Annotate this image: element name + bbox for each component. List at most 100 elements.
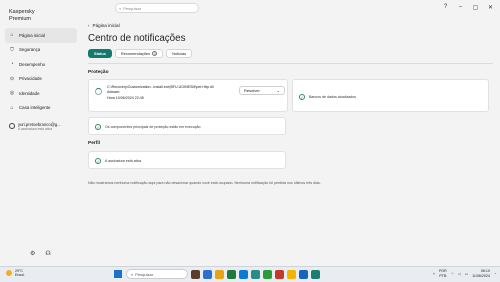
- xbox-icon[interactable]: [227, 269, 236, 279]
- resolve-label: Resolver: [244, 88, 260, 93]
- sidebar-item-label: Privacidade: [19, 76, 42, 82]
- wifi-icon[interactable]: ◠: [451, 272, 454, 276]
- chrome-icon[interactable]: [287, 269, 296, 279]
- check-icon: ✓: [95, 158, 101, 164]
- avatar: [9, 123, 15, 129]
- threat-time: Hora 10/06/2024 22:45: [107, 95, 144, 100]
- volume-icon[interactable]: ◁: [458, 272, 461, 276]
- tray-chevron-icon[interactable]: ˄: [433, 272, 435, 276]
- threat-card: C:\Recovery\Customization...install.exe|…: [88, 79, 288, 112]
- resolve-button[interactable]: Resolver ⌄: [239, 86, 285, 95]
- lang-top: POR: [438, 269, 447, 273]
- database-status: Bancos de dados atualizados: [309, 95, 356, 99]
- file-explorer-icon[interactable]: [203, 269, 212, 279]
- page-title: Centro de notificações: [88, 33, 186, 44]
- tab-label: Recomendações: [120, 51, 151, 56]
- components-card: ✓ Os componentes principais de proteção …: [88, 117, 286, 135]
- divider: [88, 63, 493, 64]
- tab-news[interactable]: Notícias: [166, 49, 193, 58]
- search-icon: ⌕: [119, 5, 122, 11]
- sidebar-item-performance[interactable]: ◔ Desempenho: [5, 57, 77, 72]
- sidebar-item-label: Segurança: [19, 47, 41, 53]
- taskbar: 29°C Ensol. ⌕ Pesquisar ˄ POR PTB ◠ ◁ ▭ …: [0, 266, 500, 282]
- sidebar-item-home[interactable]: ⌂ Página inicial: [5, 28, 77, 43]
- search-placeholder: Pesquisar: [123, 5, 142, 11]
- notification-bell-icon[interactable]: ◔: [494, 272, 496, 276]
- sidebar-item-security[interactable]: ⛉ Segurança: [5, 43, 77, 58]
- sidebar-item-label: Identidade: [19, 90, 40, 96]
- clock[interactable]: 06:10 11/06/2024: [472, 269, 490, 278]
- close-button[interactable]: ✕: [483, 2, 498, 12]
- footer-note: Não mostramos nenhuma notificação aqui p…: [88, 181, 321, 185]
- system-tray: ˄ POR PTB ◠ ◁ ▭ 06:10 11/06/2024 ◔: [433, 269, 496, 278]
- taskbar-search-placeholder: Pesquisar: [135, 271, 154, 277]
- sidebar-item-privacy[interactable]: ⊙ Privacidade: [5, 72, 77, 87]
- minimize-button[interactable]: –: [453, 2, 468, 12]
- sidebar: Kaspersky Premium ⌂ Página inicial ⛉ Seg…: [0, 0, 80, 266]
- sidebar-item-label: Casa inteligente: [19, 105, 51, 111]
- database-card: ✓ Bancos de dados atualizados: [292, 79, 489, 112]
- breadcrumb[interactable]: ‹ Página inicial: [88, 22, 493, 29]
- tab-label: Notícias: [172, 51, 187, 56]
- settings-icon[interactable]: ⚙: [30, 250, 35, 257]
- count-badge: 0: [152, 51, 158, 56]
- chevron-down-icon: ⌄: [276, 88, 280, 93]
- sidebar-item-smart-home[interactable]: ⌂ Casa inteligente: [5, 101, 77, 116]
- sidebar-item-identity[interactable]: ◎ Identidade: [5, 86, 77, 101]
- sidebar-bottom: ⚙ ☊: [30, 250, 51, 257]
- brand-line2: Premium: [9, 15, 32, 22]
- search-icon: ⌕: [131, 271, 134, 277]
- speed-icon: ◔: [10, 61, 14, 68]
- weather-widget[interactable]: 29°C Ensol.: [6, 269, 25, 277]
- check-icon: ✓: [299, 94, 305, 100]
- scanning-icon: [95, 88, 102, 95]
- sidebar-nav: ⌂ Página inicial ⛉ Segurança ◔ Desempenh…: [5, 28, 77, 115]
- profile-status: A assinatura está ativa: [18, 127, 53, 131]
- taskbar-apps: ⌕ Pesquisar: [113, 269, 320, 279]
- window-controls: ? – ▢ ✕: [438, 2, 498, 12]
- brand-line1: Kaspersky: [9, 9, 35, 15]
- edge-icon[interactable]: [239, 269, 248, 279]
- threat-details: C:\Recovery\Customization...install.exe|…: [107, 85, 235, 101]
- store-icon[interactable]: [251, 269, 260, 279]
- maximize-button[interactable]: ▢: [468, 2, 483, 12]
- excel-icon[interactable]: [263, 269, 272, 279]
- breadcrumb-label: Página inicial: [92, 23, 120, 28]
- kaspersky-icon[interactable]: [311, 269, 320, 279]
- app-brand: Kaspersky Premium: [9, 9, 35, 22]
- tab-status[interactable]: Status: [88, 49, 112, 58]
- section-title-profile: Perfil: [88, 141, 100, 146]
- id-icon: ◎: [9, 90, 15, 97]
- language-indicator[interactable]: POR PTB: [439, 269, 447, 278]
- lang-bottom: PTB: [439, 273, 447, 278]
- help-button[interactable]: ?: [438, 2, 453, 12]
- clock-date: 11/06/2024: [472, 273, 490, 278]
- tab-recommendations[interactable]: Recomendações 0: [114, 49, 164, 58]
- subscription-status: A assinatura está ativa: [105, 159, 142, 163]
- tabs: Status Recomendações 0 Notícias: [88, 49, 493, 58]
- app-red-icon[interactable]: [275, 269, 284, 279]
- check-icon: ✓: [95, 124, 101, 130]
- support-icon[interactable]: ☊: [45, 250, 50, 257]
- sidebar-item-label: Desempenho: [19, 61, 46, 67]
- components-status: Os componentes principais de proteção es…: [105, 125, 201, 129]
- battery-icon[interactable]: ▭: [465, 272, 468, 276]
- word-icon[interactable]: [299, 269, 308, 279]
- house-icon: ⌂: [10, 104, 14, 111]
- taskbar-search[interactable]: ⌕ Pesquisar: [126, 269, 188, 279]
- taskview-icon[interactable]: [191, 269, 200, 279]
- sun-icon: [6, 270, 12, 276]
- home-icon: ⌂: [10, 32, 14, 39]
- main-content: ‹ Página inicial Centro de notificações …: [88, 22, 493, 185]
- weather-desc: Ensol.: [15, 273, 25, 277]
- profile[interactable]: yuri.pretoebranco@g... A assinatura está…: [9, 122, 61, 131]
- privacy-icon: ⊙: [9, 75, 15, 82]
- search-input[interactable]: ⌕ Pesquisar: [115, 3, 199, 13]
- app-window: ⌕ Pesquisar ? – ▢ ✕ Kaspersky Premium ⌂ …: [0, 0, 500, 266]
- folder-icon[interactable]: [215, 269, 224, 279]
- section-title-protection: Proteção: [88, 70, 109, 75]
- subscription-card: ✓ A assinatura está ativa: [88, 151, 286, 169]
- shield-icon: ⛉: [10, 46, 14, 53]
- windows-start-icon[interactable]: [113, 269, 123, 279]
- sidebar-item-label: Página inicial: [19, 32, 45, 38]
